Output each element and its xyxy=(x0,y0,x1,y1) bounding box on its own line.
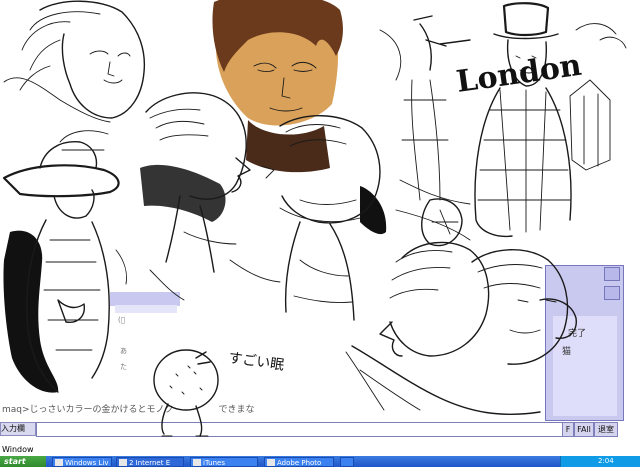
window-title: Window xyxy=(2,445,34,454)
photoshop-icon xyxy=(267,459,275,466)
ink-shadow-blob xyxy=(3,230,59,393)
itunes-icon xyxy=(193,459,201,466)
sketch-round-character xyxy=(153,349,219,437)
taskbar-item-label: Adobe Photo xyxy=(277,459,322,467)
taskbar-item-photoshop[interactable]: Adobe Photo xyxy=(264,457,334,467)
taskbar-item-label: iTunes xyxy=(203,459,225,467)
taskbar-item-internet-explorer[interactable]: 2 Internet E xyxy=(116,457,184,467)
taskbar-item-extra[interactable] xyxy=(340,457,354,467)
messenger-icon xyxy=(55,459,63,466)
sketch-london-figure xyxy=(395,2,611,247)
sketch-woman-topleft xyxy=(3,0,146,123)
ink-shadow-right xyxy=(360,186,387,235)
browser-icon xyxy=(119,459,127,466)
clock[interactable]: 2:04 xyxy=(598,457,614,465)
taskbar-item-label: 2 Internet E xyxy=(129,459,171,467)
london-lettering: London xyxy=(454,48,584,100)
ink-shadow-under-face xyxy=(140,164,226,222)
colored-portrait xyxy=(212,0,343,173)
sketch-collage: London すごい眠 xyxy=(2,0,627,437)
taskbar-item-messenger[interactable]: Windows Liv xyxy=(52,457,112,467)
sleepy-lettering: すごい眠 xyxy=(227,350,285,374)
sketch-faces-bottomright xyxy=(345,241,577,416)
taskbar-item-itunes[interactable]: iTunes xyxy=(190,457,258,467)
start-button[interactable]: start xyxy=(0,456,46,467)
taskbar-item-label: Windows Liv xyxy=(65,459,109,467)
